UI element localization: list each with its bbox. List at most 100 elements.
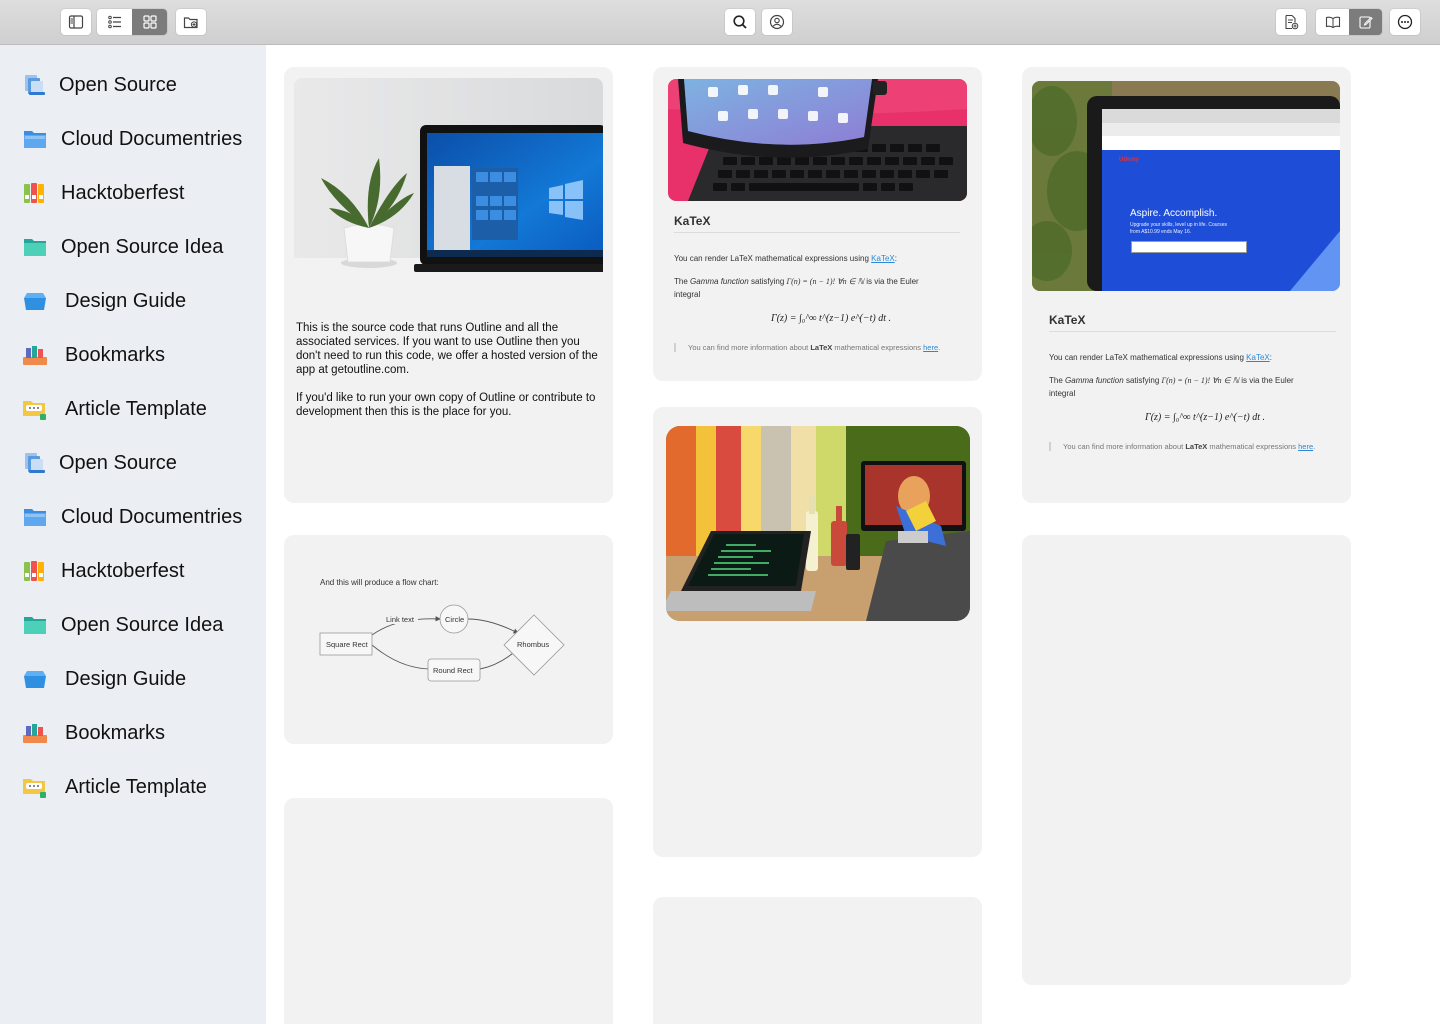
outline-paragraph-1: This is the source code that runs Outlin… <box>296 322 598 376</box>
katex-line-2: The Gamma function satisfying Γ(n) = (n … <box>674 277 919 286</box>
open-box-icon <box>22 289 48 313</box>
list-view-button[interactable] <box>97 9 132 35</box>
empty-card-2[interactable] <box>653 897 982 1024</box>
udemy-search-field <box>1131 241 1247 253</box>
katex-formula: Γ(z) = ∫₀^∞ t^(z−1) e^(−t) dt . <box>1145 412 1265 423</box>
round-rect-label: Round Rect <box>433 666 473 675</box>
comment-folder-icon <box>22 775 48 799</box>
sidebar-item[interactable]: Bookmarks <box>22 335 252 375</box>
list-view-icon <box>107 15 121 29</box>
sidebar-item[interactable]: Open Source Idea <box>22 227 252 267</box>
view-switcher <box>97 9 167 35</box>
sidebar-item-label: Cloud Documentries <box>61 127 243 150</box>
katex-line-1: You can render LaTeX mathematical expres… <box>674 254 897 263</box>
blue-folder-icon <box>22 127 48 151</box>
katex-link[interactable]: KaTeX <box>871 254 895 263</box>
empty-card-1[interactable] <box>284 798 613 1024</box>
udemy-subline: Upgrade your skills, level up in life. C… <box>1130 222 1227 235</box>
laptop-on-desk-photo <box>666 426 970 621</box>
sidebar-item[interactable]: Cloud Documentries <box>22 119 252 159</box>
sidebar-item[interactable]: Design Guide <box>22 281 252 321</box>
account-button[interactable] <box>762 9 792 35</box>
rhombus-label: Rhombus <box>517 640 550 649</box>
sidebar-item[interactable]: Open Source <box>22 65 252 105</box>
books-icon <box>22 343 48 367</box>
udemy-headline: Aspire. Accomplish. <box>1130 208 1218 219</box>
sidebar-item-label: Open Source Idea <box>61 613 224 636</box>
outline-paragraph-2: If you'd like to run your own copy of Ou… <box>296 392 596 418</box>
katex-line-1: You can render LaTeX mathematical expres… <box>1049 353 1272 362</box>
sidebar-item[interactable]: Open Source Idea <box>22 605 252 645</box>
blue-folder-icon <box>22 505 48 529</box>
udemy-brand: Udemy <box>1119 157 1140 163</box>
document-stack-icon <box>22 73 48 97</box>
sidebar-item[interactable]: Article Template <box>22 767 252 807</box>
desk-photo-card[interactable] <box>653 407 982 857</box>
teal-folder-icon <box>22 613 48 637</box>
sidebar-item[interactable]: Bookmarks <box>22 713 252 753</box>
katex-line-2: The Gamma function satisfying Γ(n) = (n … <box>1049 376 1294 385</box>
mode-switcher <box>1316 9 1382 35</box>
katex-link[interactable]: KaTeX <box>1246 353 1270 362</box>
flowchart-card[interactable]: And this will produce a flow chart: Squa… <box>284 535 613 744</box>
sidebar-item-label: Open Source <box>59 73 177 96</box>
katex-formula: Γ(z) = ∫₀^∞ t^(z−1) e^(−t) dt . <box>771 313 891 324</box>
sidebar-item-label: Design Guide <box>65 667 187 690</box>
katex-divider <box>1049 331 1336 332</box>
toolbar <box>0 0 1440 45</box>
edge-label: Link text <box>386 615 414 624</box>
sidebar-toggle-button[interactable] <box>61 9 91 35</box>
sidebar-item-label: Cloud Documentries <box>61 505 243 528</box>
empty-card-3[interactable] <box>1022 535 1351 985</box>
ipad-keyboard-photo <box>668 79 967 201</box>
sidebar-item[interactable]: Cloud Documentries <box>22 497 252 537</box>
sidebar-item-label: Hacktoberfest <box>61 559 185 582</box>
sidebar-item-label: Bookmarks <box>65 721 166 744</box>
new-folder-icon <box>183 17 198 29</box>
sidebar-item-label: Open Source Idea <box>61 235 224 258</box>
edit-mode-button[interactable] <box>1349 9 1382 35</box>
katex-quote: You can find more information about LaTe… <box>1049 442 1315 451</box>
more-button[interactable] <box>1390 9 1420 35</box>
sidebar-item[interactable]: Open Source <box>22 443 252 483</box>
new-document-button[interactable] <box>1276 9 1306 35</box>
sidebar-item-label: Hacktoberfest <box>61 181 185 204</box>
sidebar-item-label: Article Template <box>65 397 207 420</box>
katex-card-1[interactable]: KaTeX You can render LaTeX mathematical … <box>653 67 982 381</box>
more-icon <box>1397 14 1413 30</box>
edit-mode-icon <box>1358 16 1373 29</box>
open-box-icon <box>22 667 48 691</box>
katex-here-link[interactable]: here <box>923 343 938 352</box>
sidebar-item[interactable]: Hacktoberfest <box>22 173 252 213</box>
reader-mode-button[interactable] <box>1316 9 1349 35</box>
new-document-icon <box>1285 14 1299 30</box>
grid-view-icon <box>142 15 157 29</box>
katex-line-3: integral <box>674 290 701 299</box>
search-button[interactable] <box>725 9 755 35</box>
katex-title: KaTeX <box>674 214 711 228</box>
udemy-laptop-photo <box>1032 81 1340 291</box>
sidebar-toggle-icon <box>68 15 84 29</box>
katex-here-link[interactable]: here <box>1298 442 1313 451</box>
sidebar-item[interactable]: Design Guide <box>22 659 252 699</box>
sidebar-item-label: Design Guide <box>65 289 187 312</box>
square-rect-label: Square Rect <box>326 640 368 649</box>
sidebar-item[interactable]: Hacktoberfest <box>22 551 252 591</box>
katex-card-2[interactable]: Udemy Aspire. Accomplish. Upgrade your s… <box>1022 67 1351 503</box>
grid-view-button[interactable] <box>132 9 167 35</box>
katex-line-3: integral <box>1049 389 1076 398</box>
sidebar: Open Source Cloud Documentries Hacktoberfe… <box>0 45 266 1024</box>
new-folder-button[interactable] <box>176 9 206 35</box>
comment-folder-icon <box>22 397 48 421</box>
sidebar-item-label: Bookmarks <box>65 343 166 366</box>
search-icon <box>733 15 747 29</box>
katex-title: KaTeX <box>1049 313 1086 327</box>
katex-quote: You can find more information about LaTe… <box>674 343 940 352</box>
sidebar-item[interactable]: Article Template <box>22 389 252 429</box>
document-stack-icon <box>22 451 48 475</box>
teal-folder-icon <box>22 235 48 259</box>
reader-mode-icon <box>1325 16 1340 29</box>
binders-icon <box>22 181 48 205</box>
binders-icon <box>22 559 48 583</box>
outline-card[interactable]: This is the source code that runs Outlin… <box>284 67 613 503</box>
